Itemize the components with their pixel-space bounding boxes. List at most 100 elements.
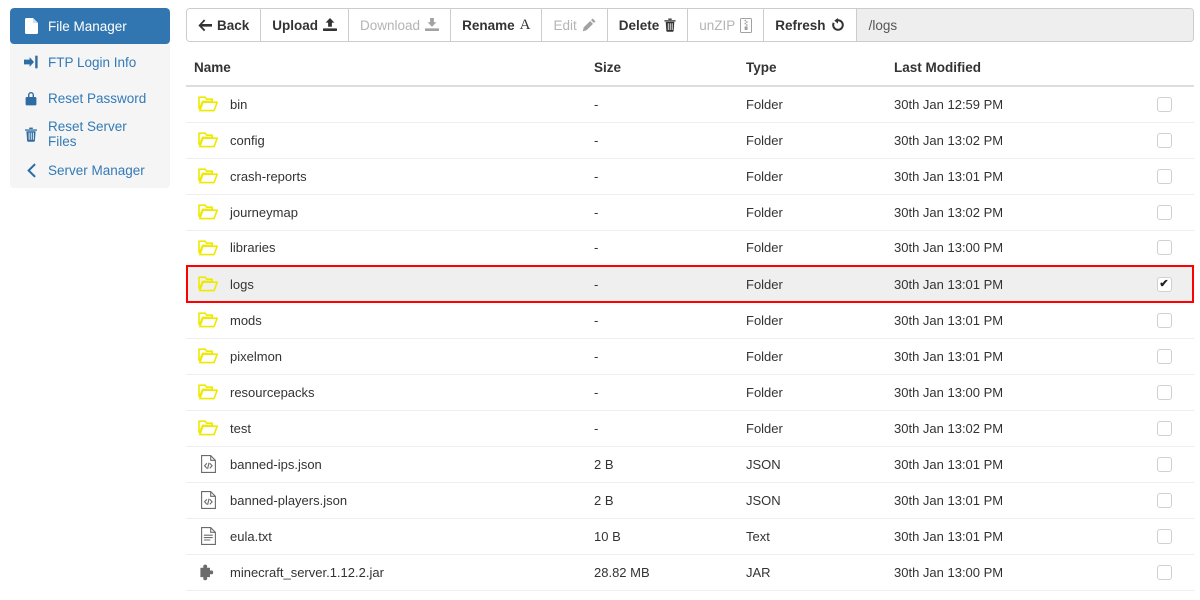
cell-type: Folder [746, 122, 894, 159]
cell-name[interactable]: logs [186, 265, 594, 303]
table-row[interactable]: test -Folder30th Jan 13:02 PM ✔ [186, 410, 1194, 447]
row-select-checkbox[interactable]: ✔ [1156, 384, 1172, 400]
download-button[interactable]: Download [349, 9, 452, 41]
refresh-icon [831, 18, 845, 32]
trash-icon [664, 18, 676, 32]
unzip-button[interactable]: unZIP [688, 9, 765, 41]
cell-name[interactable]: pixelmon [186, 338, 594, 375]
cell-name[interactable]: resourcepacks [186, 374, 594, 411]
edit-label: Edit [553, 17, 577, 33]
row-select-checkbox[interactable]: ✔ [1156, 348, 1172, 364]
upload-button[interactable]: Upload [261, 9, 350, 41]
delete-label: Delete [618, 17, 660, 33]
delete-button[interactable]: Delete [607, 9, 689, 41]
sidebar-item-file-manager[interactable]: File Manager [10, 8, 170, 44]
file-code-icon [198, 491, 218, 509]
cell-size: - [594, 230, 746, 267]
column-header-select [1134, 52, 1194, 87]
table-row[interactable]: banned-players.json 2 B JSON 30th Jan 13:01… [186, 482, 1194, 519]
table-row[interactable]: journeymap -Folder30th Jan 13:02 PM ✔ [186, 194, 1194, 231]
pencil-icon [582, 18, 596, 32]
column-header-modified[interactable]: Last Modified [894, 52, 1134, 87]
file-text-icon [198, 527, 218, 545]
row-select-checkbox[interactable]: ✔ [1156, 456, 1172, 472]
file-table: Name Size Type Last Modified bin - Folder 3… [186, 52, 1194, 591]
row-select-checkbox[interactable]: ✔ [1156, 168, 1172, 184]
sidebar-item-ftp-login-info[interactable]: FTP Login Info [10, 44, 170, 80]
cell-size: - [594, 410, 746, 447]
rename-button[interactable]: Rename A [451, 9, 543, 41]
cell-size: 2 B [594, 446, 746, 483]
cell-name[interactable]: banned-players.json [186, 482, 594, 519]
cell-last-modified: 30th Jan 12:59 PM [894, 86, 1134, 123]
sidebar-item-server-manager[interactable]: Server Manager [10, 152, 170, 188]
file-name-label: libraries [230, 240, 276, 256]
row-select-checkbox[interactable]: ✔ [1156, 312, 1172, 328]
edit-button[interactable]: Edit [542, 9, 608, 41]
row-select-checkbox[interactable]: ✔ [1156, 204, 1172, 220]
folder-icon [198, 420, 218, 436]
row-select-checkbox[interactable]: ✔ [1156, 492, 1172, 508]
cell-name[interactable]: banned-ips.json [186, 446, 594, 483]
table-row[interactable]: crash-reports -Folder30th Jan 13:01 PM ✔ [186, 158, 1194, 195]
cell-name[interactable]: test [186, 410, 594, 447]
row-select-checkbox[interactable]: ✔ [1156, 564, 1172, 580]
table-row[interactable]: config -Folder30th Jan 13:02 PM ✔ [186, 122, 1194, 159]
table-row[interactable]: logs - Folder 30th Jan 13:01 PM ✔ [186, 265, 1194, 303]
refresh-button[interactable]: Refresh [764, 9, 857, 41]
row-select-checkbox[interactable]: ✔ [1156, 420, 1172, 436]
table-row[interactable]: bin -Folder30th Jan 12:59 PM ✔ [186, 86, 1194, 123]
upload-icon [323, 18, 338, 32]
refresh-label: Refresh [775, 17, 826, 33]
table-row[interactable]: mods -Folder30th Jan 13:01 PM ✔ [186, 302, 1194, 339]
row-select-checkbox[interactable]: ✔ [1156, 132, 1172, 148]
table-row[interactable]: minecraft_server.1.12.2.jar 28.82 MB JAR 30… [186, 554, 1194, 591]
table-row[interactable]: resourcepacks -Folder30th Jan 13:00 PM ✔ [186, 374, 1194, 411]
cell-size: - [594, 374, 746, 411]
file-name-label: mods [230, 312, 262, 328]
cell-name[interactable]: bin [186, 86, 594, 123]
file-name-label: banned-players.json [230, 492, 348, 508]
cell-type: Folder [746, 86, 894, 123]
cell-last-modified: 30th Jan 13:01 PM [894, 158, 1134, 195]
cell-name[interactable]: mods [186, 302, 594, 339]
cell-type: Folder [746, 194, 894, 231]
cell-name[interactable]: config [186, 122, 594, 159]
sidebar-item-label: FTP Login Info [48, 54, 137, 70]
column-header-size[interactable]: Size [594, 52, 746, 87]
cell-select: ✔ [1134, 122, 1194, 159]
cell-name[interactable]: minecraft_server.1.12.2.jar [186, 554, 594, 591]
file-name-label: bin [230, 96, 248, 112]
cell-type: Folder [746, 374, 894, 411]
cell-name[interactable]: eula.txt [186, 518, 594, 555]
row-select-checkbox[interactable]: ✔ [1156, 96, 1172, 112]
file-manager-app: File Manager FTP Login Info Reset Passwo… [0, 0, 1200, 600]
table-row[interactable]: banned-ips.json 2 BJSON30th Jan 13:01 PM ✔ [186, 446, 1194, 483]
file-name-label: resourcepacks [230, 384, 315, 400]
cell-name[interactable]: journeymap [186, 194, 594, 231]
table-row[interactable]: libraries -Folder30th Jan 13:00 PM ✔ [186, 230, 1194, 267]
table-row[interactable]: eula.txt 10 BText30th Jan 13:01 PM ✔ [186, 518, 1194, 555]
folder-icon [198, 240, 218, 256]
sidebar-item-reset-password[interactable]: Reset Password [10, 80, 170, 116]
folder-icon [198, 96, 218, 112]
row-select-checkbox[interactable]: ✔ [1156, 276, 1172, 292]
cell-size: 2 B [594, 482, 746, 519]
row-select-checkbox[interactable]: ✔ [1156, 240, 1172, 256]
cell-size: - [594, 122, 746, 159]
cell-last-modified: 30th Jan 13:01 PM [894, 482, 1134, 519]
column-header-name[interactable]: Name [186, 52, 594, 87]
column-header-type[interactable]: Type [746, 52, 894, 87]
cell-size: 28.82 MB [594, 554, 746, 591]
file-table-head: Name Size Type Last Modified [186, 52, 1194, 87]
cell-type: JSON [746, 482, 894, 519]
cell-name[interactable]: crash-reports [186, 158, 594, 195]
file-name-label: banned-ips.json [230, 456, 322, 472]
sidebar-item-reset-server-files[interactable]: Reset Server Files [10, 116, 170, 152]
download-icon [425, 18, 440, 32]
cell-name[interactable]: libraries [186, 230, 594, 267]
cell-select: ✔ [1134, 230, 1194, 267]
table-row[interactable]: pixelmon -Folder30th Jan 13:01 PM ✔ [186, 338, 1194, 375]
row-select-checkbox[interactable]: ✔ [1156, 528, 1172, 544]
back-button[interactable]: Back [187, 9, 262, 41]
